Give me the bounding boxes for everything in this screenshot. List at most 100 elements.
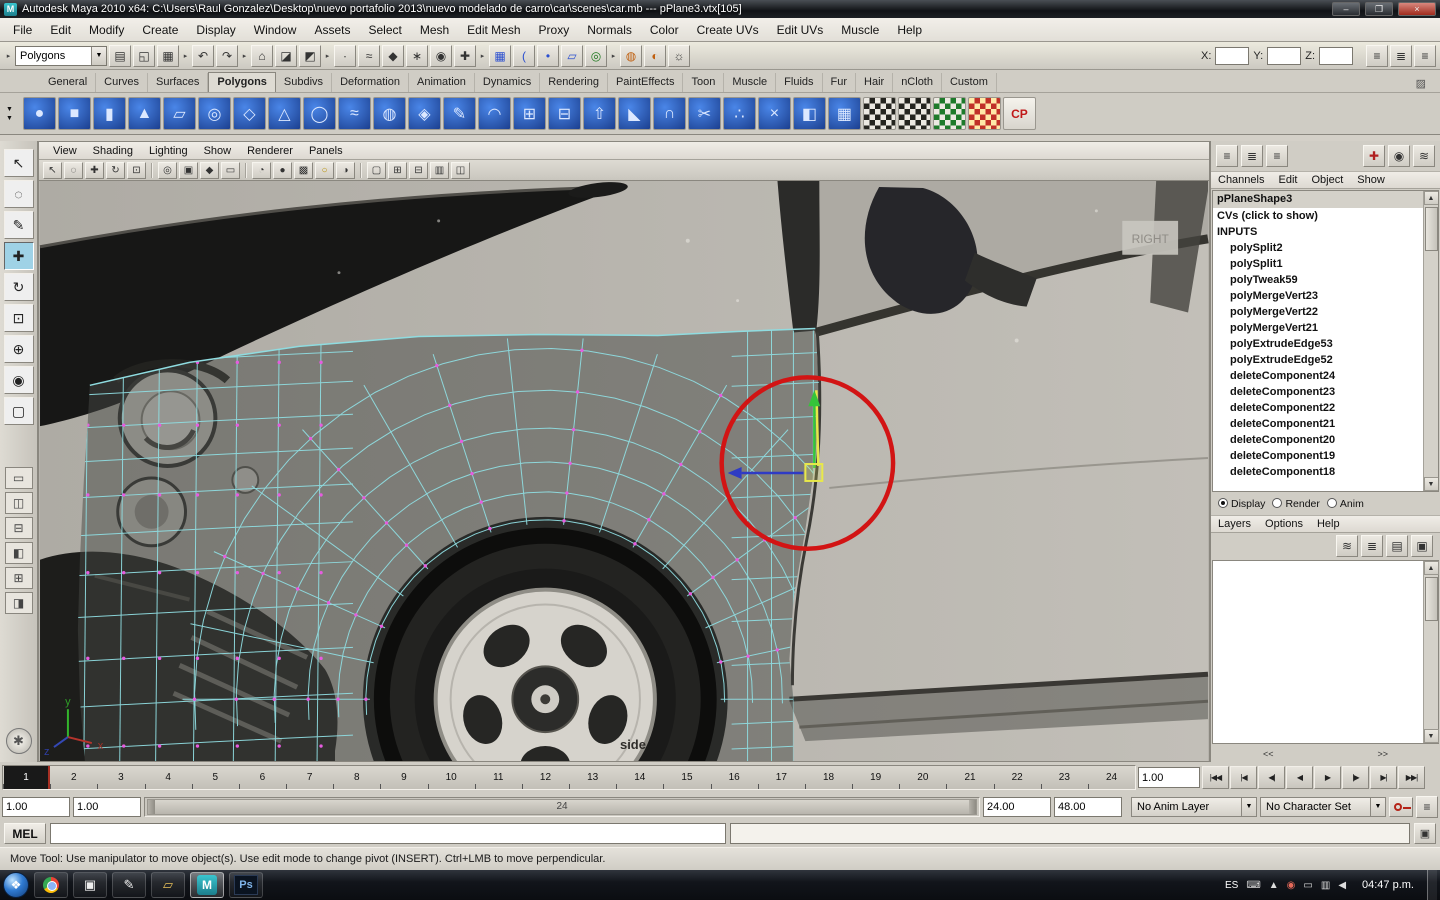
dropdown-arrow-icon[interactable]: ▼	[91, 46, 106, 65]
menu-edit[interactable]: Edit	[41, 19, 80, 41]
panel-menu-panels[interactable]: Panels	[301, 143, 351, 159]
paint-select-tool[interactable]: ✎	[3, 211, 34, 239]
status-collapse-icon[interactable]: ▸	[4, 45, 13, 67]
cp-export-icon[interactable]: CP	[1002, 97, 1036, 130]
layer-sort-icon[interactable]: ≋	[1336, 535, 1358, 557]
xray-display-icon[interactable]: ◫	[451, 161, 470, 179]
shelf-editor-icon[interactable]: ▨	[1410, 75, 1432, 92]
lasso-select-tool[interactable]: ◌	[3, 180, 34, 208]
go-to-start-button[interactable]: |◀◀	[1202, 766, 1229, 789]
uv-checker-2-icon[interactable]	[897, 97, 931, 130]
menu-proxy[interactable]: Proxy	[530, 19, 579, 41]
timeline-frame-13[interactable]: 13	[569, 766, 616, 789]
shelf-tab-rendering[interactable]: Rendering	[540, 73, 608, 92]
mode-radio-display[interactable]: Display	[1218, 498, 1265, 510]
shaded-display-icon[interactable]: ●	[273, 161, 292, 179]
panel-move-icon[interactable]: ✚	[85, 161, 104, 179]
title-bar[interactable]: M Autodesk Maya 2010 x64: C:\Users\Raul …	[0, 0, 1440, 18]
animation-start-field[interactable]	[2, 796, 70, 817]
shelf-tab-fur[interactable]: Fur	[823, 73, 857, 92]
scale-tool[interactable]: ⊡	[3, 304, 34, 332]
isolate-select-icon[interactable]: ▢	[367, 161, 386, 179]
timeline-frame-7[interactable]: 7	[286, 766, 333, 789]
play-forwards-button[interactable]: ▶	[1314, 766, 1341, 789]
channel-input-node[interactable]: polySplit2	[1213, 240, 1438, 256]
x-coordinate-input[interactable]	[1215, 46, 1250, 65]
timeline-frame-5[interactable]: 5	[191, 766, 239, 789]
rotate-tool[interactable]: ↻	[3, 273, 34, 301]
taskbar-photoshop-icon[interactable]: Ps	[229, 872, 263, 898]
panel-scale-icon[interactable]: ⊡	[127, 161, 146, 179]
layer-menu-help[interactable]: Help	[1310, 516, 1347, 532]
shelf-tab-muscle[interactable]: Muscle	[724, 73, 777, 92]
shelf-menu-arrows[interactable]: ▼ ▼	[6, 106, 13, 122]
channel-filter-icon[interactable]: ≡	[1266, 145, 1288, 167]
universal-manipulator-tool[interactable]: ⊕	[3, 335, 34, 363]
poly-sphere-icon[interactable]: ●	[22, 97, 56, 130]
panel-rotate-icon[interactable]: ↻	[106, 161, 125, 179]
mirror-geometry-icon[interactable]: ◧	[792, 97, 826, 130]
create-empty-layer-icon[interactable]: ▤	[1386, 535, 1408, 557]
layer-menu-layers[interactable]: Layers	[1211, 516, 1258, 532]
character-set-dropdown[interactable]: No Character Set ▼	[1260, 796, 1386, 817]
snap-to-curve-icon[interactable]: (	[513, 44, 535, 67]
animation-end-field[interactable]	[1054, 796, 1122, 817]
scrollbar[interactable]: ▲ ▼	[1423, 561, 1439, 743]
panel-menu-renderer[interactable]: Renderer	[239, 143, 301, 159]
status-group-separator[interactable]: ▸	[609, 45, 618, 67]
playback-end-field[interactable]	[983, 796, 1051, 817]
menu-create-uvs[interactable]: Create UVs	[688, 19, 768, 41]
menu-normals[interactable]: Normals	[578, 19, 641, 41]
sculpt-geometry-icon[interactable]: ✎	[442, 97, 476, 130]
timeline-frame-3[interactable]: 3	[97, 766, 144, 789]
poly-soccerball-icon[interactable]: ◍	[372, 97, 406, 130]
mask-deformations-icon[interactable]: ∗	[406, 44, 428, 67]
two-pane-stacked-layout-button[interactable]: ⊟	[4, 517, 33, 539]
channel-group-icon[interactable]: ≣	[1241, 145, 1263, 167]
range-bar[interactable]: 24	[147, 798, 977, 815]
shelf-tab-curves[interactable]: Curves	[96, 73, 148, 92]
undo-icon[interactable]: ↶	[192, 44, 214, 67]
script-editor-icon[interactable]: ▣	[1414, 823, 1436, 844]
mode-radio-render[interactable]: Render	[1272, 498, 1320, 510]
poly-cube-icon[interactable]: ■	[57, 97, 91, 130]
channel-sort-icon[interactable]: ≡	[1216, 145, 1238, 167]
channel-cvs-row[interactable]: CVs (click to show)	[1213, 208, 1438, 224]
channel-input-node[interactable]: deleteComponent18	[1213, 464, 1438, 480]
status-group-separator[interactable]: ▸	[323, 45, 332, 67]
uv-checker-icon[interactable]	[862, 97, 896, 130]
channel-settings-icon[interactable]: ≋	[1413, 145, 1435, 167]
radio-anim-icon[interactable]	[1326, 498, 1337, 508]
bevel-icon[interactable]: ◣	[617, 97, 651, 130]
timeline-frame-11[interactable]: 11	[474, 766, 522, 789]
timeline-frame-20[interactable]: 20	[899, 766, 946, 789]
auto-keyframe-button[interactable]	[1389, 796, 1413, 817]
maya-quick-help-icon[interactable]: ✱	[5, 728, 32, 754]
timeline-frame-15[interactable]: 15	[663, 766, 710, 789]
shelf-tab-general[interactable]: General	[40, 73, 97, 92]
language-indicator[interactable]: ES	[1225, 880, 1238, 891]
radio-display-icon[interactable]	[1218, 498, 1228, 508]
shelf-tab-deformation[interactable]: Deformation	[332, 73, 409, 92]
shelf-tab-dynamics[interactable]: Dynamics	[475, 73, 541, 92]
minimize-button[interactable]: –	[1332, 2, 1360, 16]
panel-menu-shading[interactable]: Shading	[85, 143, 141, 159]
outliner-persp-layout-button[interactable]: ◨	[4, 592, 33, 614]
quad-draw-icon[interactable]: ▦	[827, 97, 861, 130]
y-coordinate-input[interactable]	[1267, 46, 1302, 65]
bookmark-icon[interactable]: ◆	[200, 161, 219, 179]
step-forward-frame-button[interactable]: ▶|	[1370, 766, 1397, 789]
radio-render-icon[interactable]	[1272, 498, 1283, 508]
poly-plane-icon[interactable]: ▱	[162, 97, 196, 130]
snap-to-plane-icon[interactable]: ▱	[561, 44, 583, 67]
mel-input[interactable]	[50, 823, 726, 844]
dropdown-arrow-icon[interactable]: ▼	[1241, 797, 1256, 816]
field-chart-icon[interactable]: ⊞	[388, 161, 407, 179]
shelf-tab-custom[interactable]: Custom	[942, 73, 997, 92]
channel-input-node[interactable]: deleteComponent23	[1213, 384, 1438, 400]
four-pane-layout-button[interactable]: ⊞	[4, 567, 33, 589]
file-save-icon[interactable]: ▦	[157, 44, 179, 67]
z-coordinate-input[interactable]	[1319, 46, 1353, 65]
poly-cylinder-icon[interactable]: ▮	[92, 97, 126, 130]
menu-edit-uvs[interactable]: Edit UVs	[768, 19, 833, 41]
